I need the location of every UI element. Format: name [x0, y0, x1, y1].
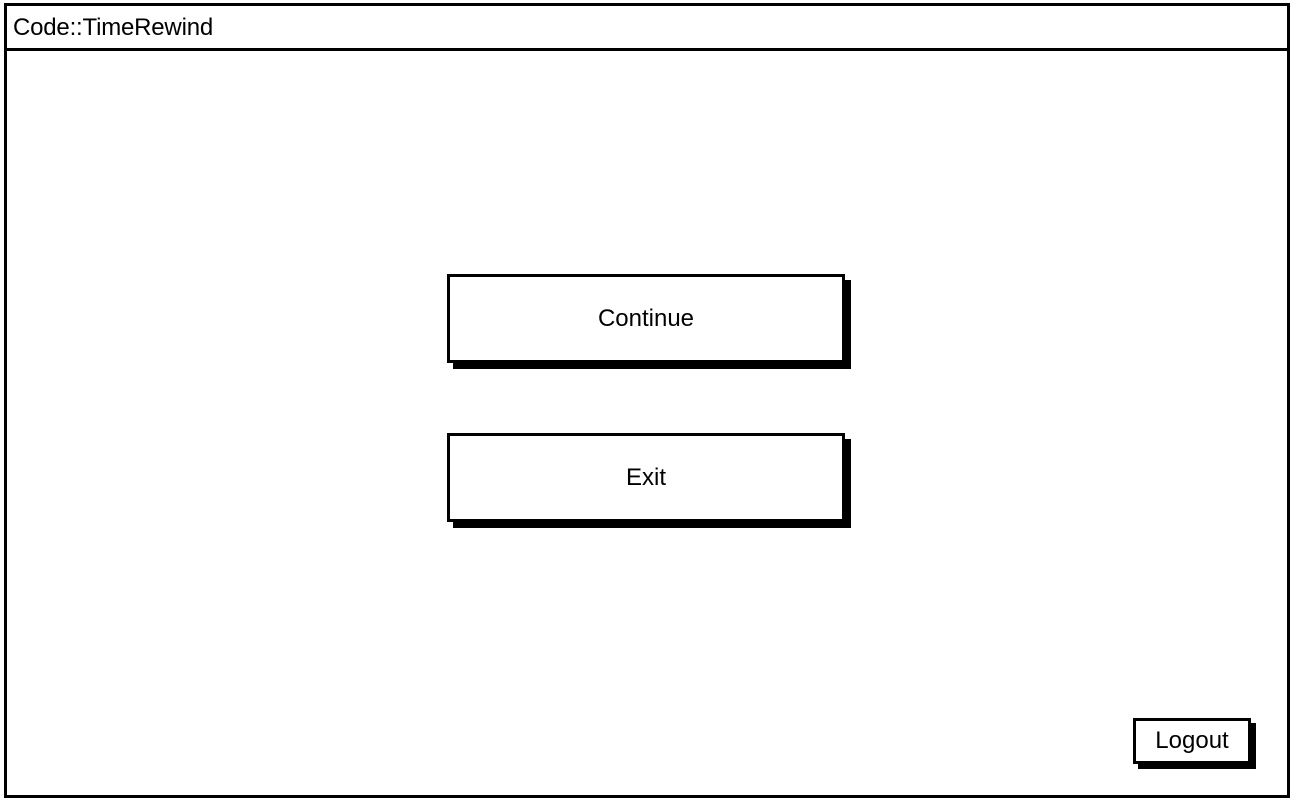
continue-button[interactable]: Continue — [447, 274, 845, 363]
window-title: Code::TimeRewind — [13, 14, 213, 41]
logout-button[interactable]: Logout — [1133, 718, 1251, 764]
main-content: Continue Exit Logout — [7, 51, 1287, 795]
exit-button[interactable]: Exit — [447, 433, 845, 522]
app-window: Code::TimeRewind Continue Exit Logout — [4, 3, 1290, 798]
title-bar: Code::TimeRewind — [7, 6, 1287, 51]
